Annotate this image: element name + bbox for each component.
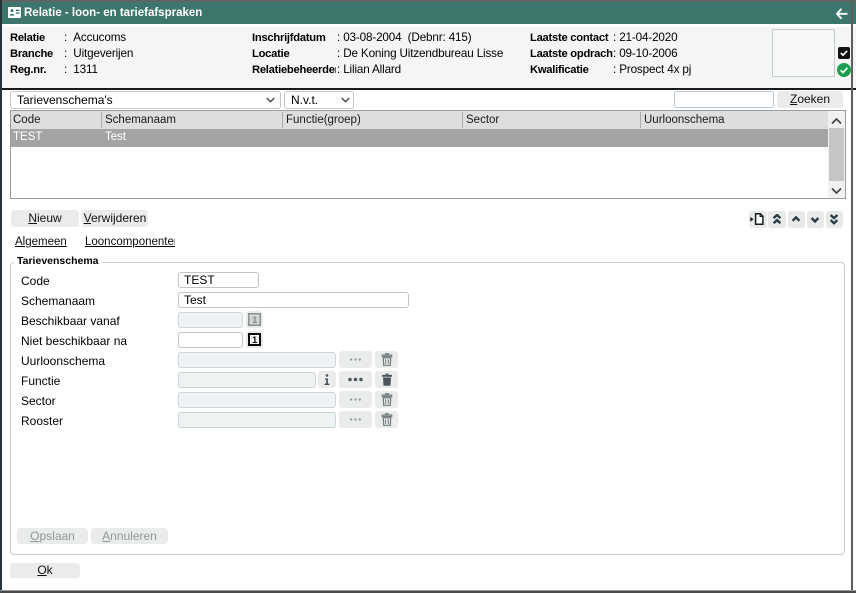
svg-text:1: 1: [252, 315, 257, 325]
svg-text:1: 1: [252, 335, 258, 346]
